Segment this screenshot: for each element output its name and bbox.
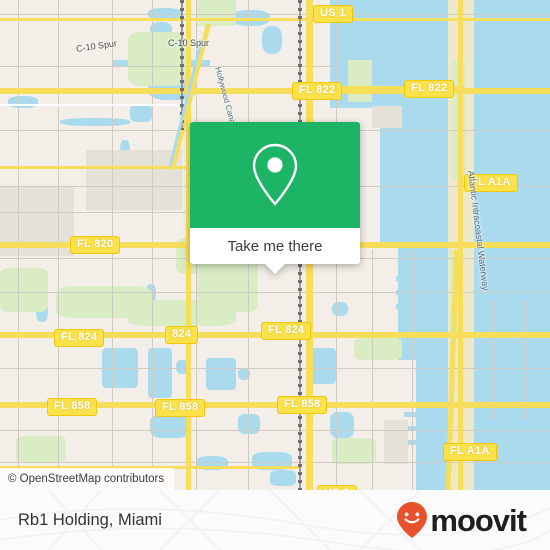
highway-minor-north[interactable] <box>0 18 550 21</box>
take-me-there-callout[interactable]: Take me there <box>190 122 360 274</box>
street-h-9 <box>0 430 550 431</box>
road-shield-fl-858-mid[interactable]: FL 858 <box>155 399 206 417</box>
callout-action[interactable]: Take me there <box>190 228 360 274</box>
label-c10-spur-east: C-10 Spur <box>168 38 210 48</box>
canal-finger-1 <box>380 150 438 155</box>
street-w-1 <box>0 104 190 106</box>
highway-fl-822[interactable] <box>0 88 550 94</box>
street-h-2 <box>0 66 340 67</box>
street-h-1 <box>0 14 550 15</box>
canal-finger-6 <box>380 228 438 233</box>
road-shield-824[interactable]: 824 <box>165 326 199 344</box>
pond-20 <box>332 302 348 316</box>
road-shield-fl-824-west[interactable]: FL 824 <box>54 329 105 347</box>
moovit-wordmark: moovit <box>430 502 527 538</box>
road-shield-us-1-north[interactable]: US 1 <box>313 5 353 23</box>
map-pin-icon <box>252 143 298 206</box>
canal-finger-12 <box>404 440 446 445</box>
pond-1 <box>8 96 38 108</box>
park-east-1 <box>354 338 402 360</box>
park-west-1 <box>0 268 48 312</box>
canal-finger-3 <box>380 180 438 185</box>
canal-finger-10 <box>404 412 446 417</box>
street-h-10 <box>0 462 550 463</box>
road-shield-fl-858-east[interactable]: FL 858 <box>277 396 328 414</box>
page-title: Rb1 Holding, Miami <box>18 510 162 529</box>
road-shield-fl-820[interactable]: FL 820 <box>70 236 121 254</box>
street-v-8 <box>372 250 373 490</box>
lake-15 <box>206 358 236 390</box>
footer-bar: Rb1 Holding, Miami moovit <box>0 490 550 550</box>
pond-21 <box>330 412 354 438</box>
lake-17 <box>150 414 190 438</box>
canal-finger-4 <box>380 196 438 201</box>
pond-18 <box>238 414 260 434</box>
map-canvas[interactable]: US 1 FL 822 FL 822 FL A1A FL 820 FL 824 … <box>0 0 550 490</box>
callout-action-label: Take me there <box>227 237 323 255</box>
moovit-brand[interactable]: moovit <box>395 501 527 539</box>
map-screenshot: US 1 FL 822 FL 822 FL A1A FL 820 FL 824 … <box>0 0 550 550</box>
road-shield-fl-858-west[interactable]: FL 858 <box>47 398 98 416</box>
canal-finger-2 <box>380 165 438 170</box>
block-2 <box>86 150 182 210</box>
block-4 <box>384 420 408 464</box>
canal-finger-9 <box>396 304 442 309</box>
street-h-8 <box>0 368 550 369</box>
road-shield-fl-822-east[interactable]: FL 822 <box>404 80 455 98</box>
canal-finger-5 <box>380 212 438 217</box>
park-north-3 <box>348 60 372 102</box>
moovit-pin-smiley-icon <box>397 502 428 538</box>
attribution-text: © OpenStreetMap contributors <box>8 473 165 485</box>
park-north-2 <box>196 0 236 26</box>
label-hollywood-canal: Hollywood Canal <box>213 66 238 127</box>
street-h-7 <box>0 292 550 293</box>
pond-23 <box>270 470 296 486</box>
road-shield-fl-824-east[interactable]: FL 824 <box>261 322 312 340</box>
pond-2 <box>60 118 130 126</box>
callout-tail <box>264 263 286 274</box>
street-v-9 <box>412 250 413 490</box>
road-shield-fl-822-west[interactable]: FL 822 <box>292 82 343 100</box>
road-shield-fl-a1a-south[interactable]: FL A1A <box>443 443 497 461</box>
block-3 <box>372 106 402 128</box>
park-east-2 <box>332 438 376 464</box>
pond-3 <box>130 104 152 122</box>
map-attribution[interactable]: © OpenStreetMap contributors <box>0 468 175 490</box>
canal-finger-7 <box>396 276 442 281</box>
callout-header <box>190 122 360 228</box>
pond-7 <box>262 26 282 54</box>
